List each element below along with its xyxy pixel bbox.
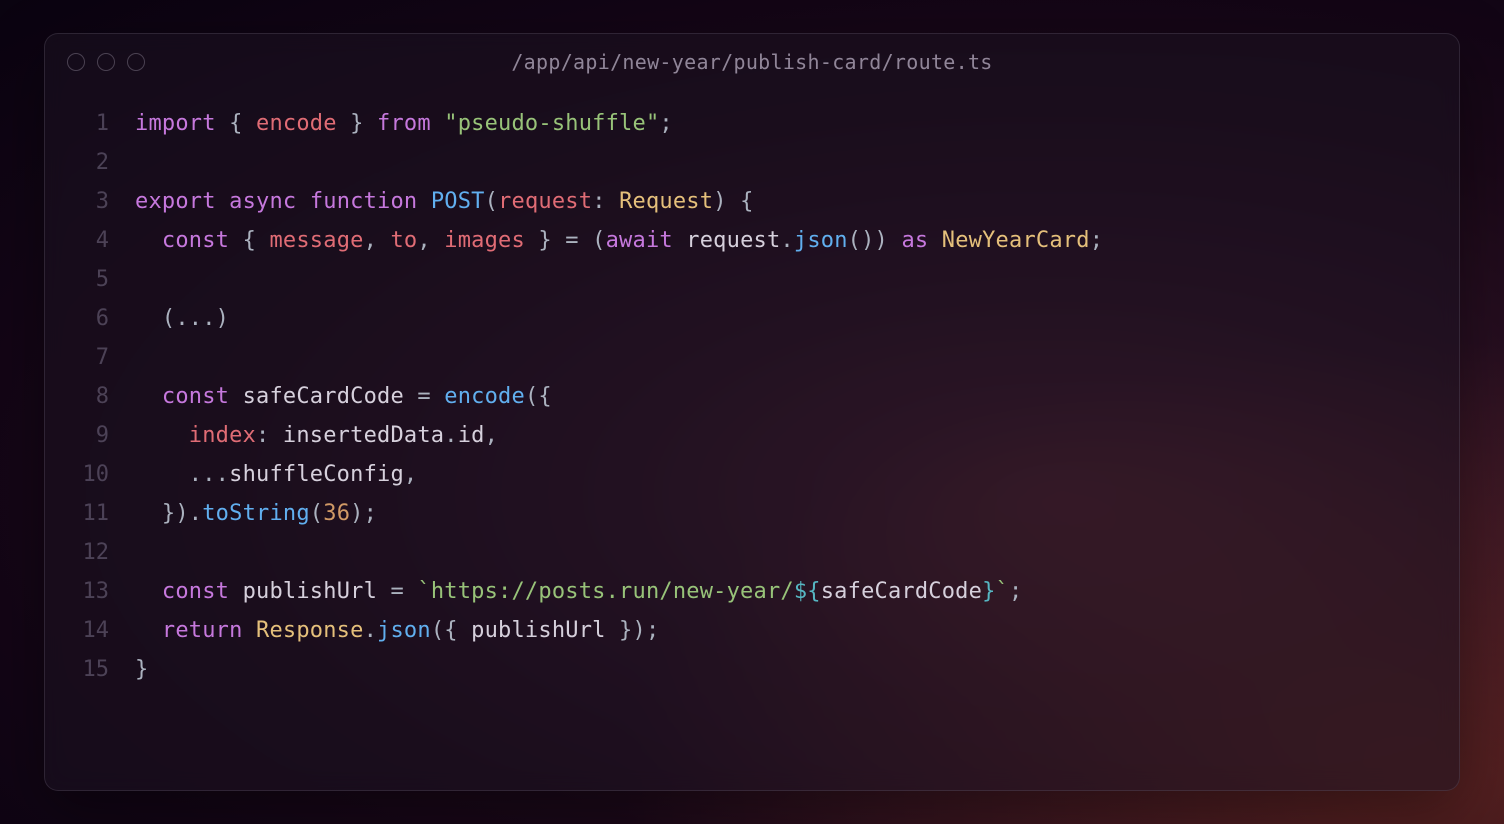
line-number: 2 — [45, 143, 135, 182]
code-line: 9 index: insertedData.id, — [45, 416, 1459, 455]
code-content: return Response.json({ publishUrl }); — [135, 611, 659, 650]
code-line: 3 export async function POST(request: Re… — [45, 182, 1459, 221]
line-number: 6 — [45, 299, 135, 338]
line-number: 1 — [45, 104, 135, 143]
line-number: 8 — [45, 377, 135, 416]
code-line: 1 import { encode } from "pseudo-shuffle… — [45, 104, 1459, 143]
line-number: 12 — [45, 533, 135, 572]
close-button[interactable] — [67, 53, 85, 71]
code-line: 10 ...shuffleConfig, — [45, 455, 1459, 494]
code-line: 4 const { message, to, images } = (await… — [45, 221, 1459, 260]
code-content: } — [135, 650, 148, 689]
minimize-button[interactable] — [97, 53, 115, 71]
line-number: 7 — [45, 338, 135, 377]
code-line: 8 const safeCardCode = encode({ — [45, 377, 1459, 416]
code-editor[interactable]: 1 import { encode } from "pseudo-shuffle… — [45, 90, 1459, 709]
code-content: }).toString(36); — [135, 494, 377, 533]
line-number: 13 — [45, 572, 135, 611]
code-content: const safeCardCode = encode({ — [135, 377, 552, 416]
code-line: 6 (...) — [45, 299, 1459, 338]
line-number: 11 — [45, 494, 135, 533]
code-line: 11 }).toString(36); — [45, 494, 1459, 533]
window-title: /app/api/new-year/publish-card/route.ts — [511, 50, 992, 74]
traffic-lights — [67, 53, 145, 71]
code-line: 5 — [45, 260, 1459, 299]
editor-window: /app/api/new-year/publish-card/route.ts … — [44, 33, 1460, 791]
code-content: index: insertedData.id, — [135, 416, 498, 455]
code-line: 14 return Response.json({ publishUrl }); — [45, 611, 1459, 650]
line-number: 15 — [45, 650, 135, 689]
title-bar: /app/api/new-year/publish-card/route.ts — [45, 34, 1459, 90]
line-number: 4 — [45, 221, 135, 260]
code-content: export async function POST(request: Requ… — [135, 182, 754, 221]
code-line: 15 } — [45, 650, 1459, 689]
code-line: 7 — [45, 338, 1459, 377]
code-line: 2 — [45, 143, 1459, 182]
code-content: const { message, to, images } = (await r… — [135, 221, 1103, 260]
line-number: 5 — [45, 260, 135, 299]
code-content: (...) — [135, 299, 229, 338]
line-number: 9 — [45, 416, 135, 455]
code-content: const publishUrl = `https://posts.run/ne… — [135, 572, 1022, 611]
code-content: ...shuffleConfig, — [135, 455, 417, 494]
line-number: 10 — [45, 455, 135, 494]
maximize-button[interactable] — [127, 53, 145, 71]
code-line: 12 — [45, 533, 1459, 572]
code-line: 13 const publishUrl = `https://posts.run… — [45, 572, 1459, 611]
code-content: import { encode } from "pseudo-shuffle"; — [135, 104, 673, 143]
line-number: 3 — [45, 182, 135, 221]
line-number: 14 — [45, 611, 135, 650]
